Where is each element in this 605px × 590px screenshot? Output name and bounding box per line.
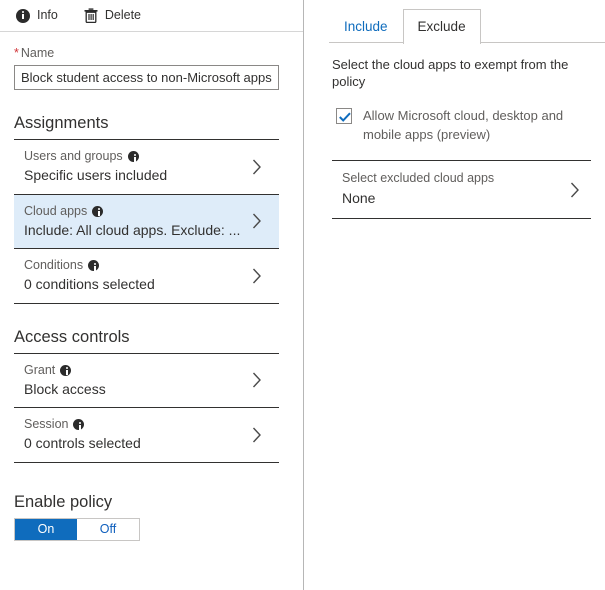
enable-policy-off-option[interactable]: Off xyxy=(77,518,139,540)
enable-policy-on-option[interactable]: On xyxy=(15,518,77,540)
trash-icon xyxy=(84,8,98,23)
chevron-right-icon xyxy=(252,268,261,284)
chevron-right-icon xyxy=(252,159,261,175)
assignments-section-title: Assignments xyxy=(14,114,109,132)
row-cloud-apps-value: Include: All cloud apps. Exclude: ... xyxy=(24,221,241,238)
name-label-text: Name xyxy=(20,46,55,60)
row-grant[interactable]: Grant Block access xyxy=(14,354,279,408)
exclude-tab-body: Select the cloud apps to exempt from the… xyxy=(304,43,605,219)
row-session-label-text: Session xyxy=(24,417,69,431)
row-cloud-apps-label-text: Cloud apps xyxy=(24,203,88,218)
row-conditions-label-text: Conditions xyxy=(24,258,84,272)
access-controls-row-list: Grant Block access Session 0 controls se… xyxy=(0,354,303,463)
tab-exclude[interactable]: Exclude xyxy=(402,9,481,44)
policy-left-panel: Info Delete *Name Assignments xyxy=(0,0,304,590)
access-controls-section-title: Access controls xyxy=(14,327,130,346)
allow-microsoft-apps-checkbox[interactable] xyxy=(336,107,352,124)
info-icon[interactable] xyxy=(60,364,72,376)
name-field-label: * Name xyxy=(14,46,279,60)
info-button[interactable]: Info xyxy=(14,7,60,25)
cloud-apps-right-panel: Include Exclude Select the cloud apps to… xyxy=(304,0,605,590)
exclude-description: Select the cloud apps to exempt from the… xyxy=(332,57,569,89)
enable-policy-label: Enable policy xyxy=(14,492,113,511)
row-grant-label: Grant xyxy=(24,363,106,378)
chevron-right-icon xyxy=(570,182,579,198)
row-grant-value: Block access xyxy=(24,380,106,397)
row-users-and-groups-value: Specific users included xyxy=(24,167,168,183)
info-icon[interactable] xyxy=(127,151,139,162)
row-select-excluded-cloud-apps-value: None xyxy=(342,190,376,207)
row-select-excluded-cloud-apps[interactable]: Select excluded cloud apps None xyxy=(332,161,591,219)
row-cloud-apps[interactable]: Cloud apps Include: All cloud apps. Excl… xyxy=(14,194,279,249)
info-icon xyxy=(16,8,30,23)
chevron-right-icon xyxy=(252,427,261,443)
info-icon[interactable] xyxy=(92,205,104,217)
row-conditions[interactable]: Conditions 0 conditions selected xyxy=(14,249,279,304)
info-icon[interactable] xyxy=(88,260,100,271)
row-conditions-value: 0 conditions selected xyxy=(24,276,155,292)
conditional-access-policy-screen: Info Delete *Name Assignments xyxy=(0,0,605,590)
row-session-label: Session xyxy=(24,417,141,432)
row-grant-label-text: Grant xyxy=(24,362,56,377)
row-select-excluded-cloud-apps-label: Select excluded cloud apps xyxy=(342,171,495,186)
allow-microsoft-apps-checkbox-row[interactable]: Allow Microsoft cloud, desktop and mobil… xyxy=(332,107,591,145)
include-exclude-tabs: Include Exclude xyxy=(304,0,605,44)
allow-microsoft-apps-label: Allow Microsoft cloud, desktop and mobil… xyxy=(363,107,564,142)
tab-include[interactable]: Include xyxy=(329,11,403,43)
assignments-row-list: Users and groups Specific users included… xyxy=(0,140,303,304)
row-users-and-groups-label: Users and groups xyxy=(24,149,167,164)
command-toolbar: Info Delete xyxy=(0,0,303,32)
chevron-right-icon xyxy=(252,372,261,388)
name-input[interactable] xyxy=(14,65,279,90)
row-session[interactable]: Session 0 controls selected xyxy=(14,408,279,463)
enable-policy-block: Enable policy On Off xyxy=(0,463,303,541)
row-conditions-label: Conditions xyxy=(24,258,155,273)
info-icon[interactable] xyxy=(73,419,85,430)
row-session-value: 0 controls selected xyxy=(24,435,141,451)
required-marker: * xyxy=(14,46,19,60)
delete-button[interactable]: Delete xyxy=(82,6,143,25)
row-cloud-apps-label: Cloud apps xyxy=(24,204,240,219)
chevron-right-icon xyxy=(252,213,261,229)
enable-policy-toggle[interactable]: On Off xyxy=(14,517,140,541)
delete-button-label: Delete xyxy=(104,8,141,23)
info-button-label: Info xyxy=(37,8,58,23)
checkmark-icon xyxy=(339,112,351,122)
name-field-block: * Name xyxy=(0,32,303,90)
row-users-and-groups-label-text: Users and groups xyxy=(24,149,123,163)
row-users-and-groups[interactable]: Users and groups Specific users included xyxy=(14,140,279,195)
